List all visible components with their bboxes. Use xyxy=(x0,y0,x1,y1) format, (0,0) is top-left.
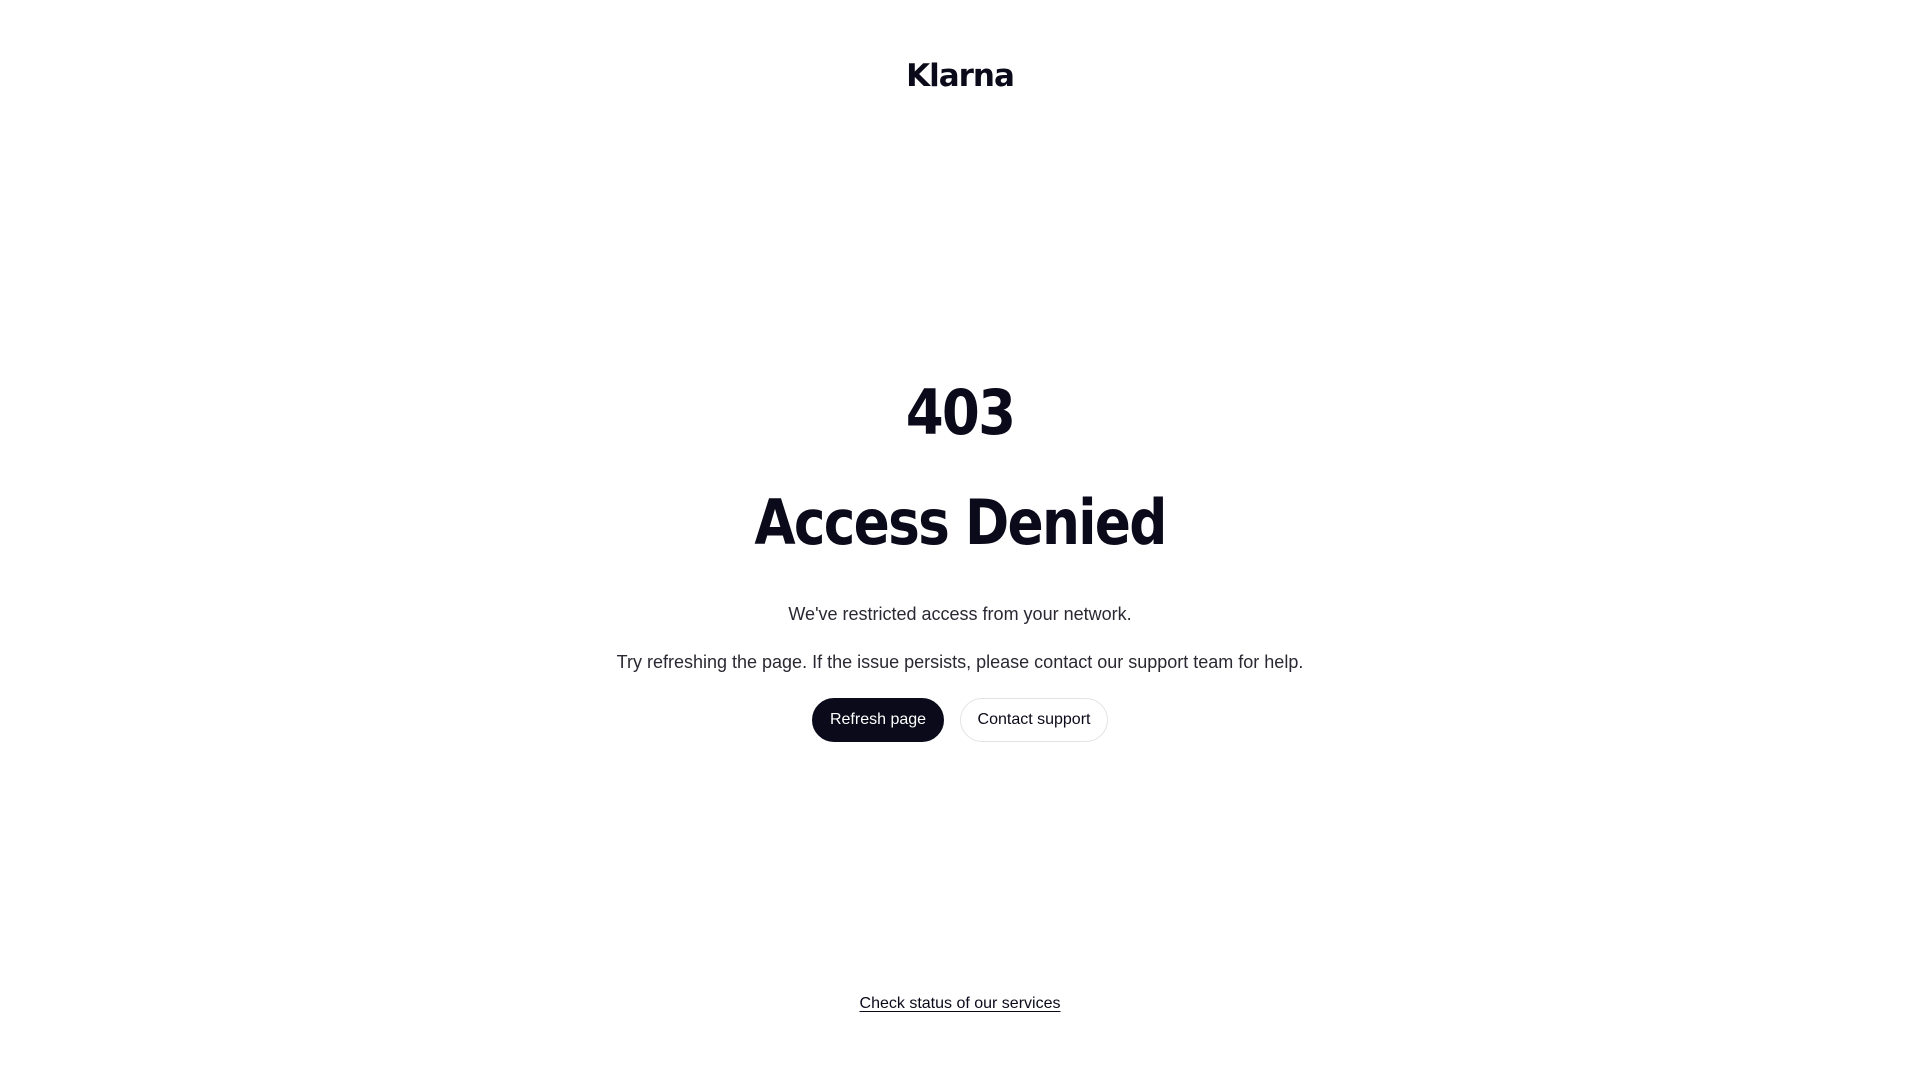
action-buttons: Refresh page Contact support xyxy=(0,698,1920,742)
refresh-page-button[interactable]: Refresh page xyxy=(812,698,944,742)
error-code: 403 xyxy=(905,376,1016,449)
error-title: Access Denied xyxy=(754,486,1167,559)
check-status-link[interactable]: Check status of our services xyxy=(860,995,1061,1012)
footer: Check status of our services xyxy=(0,995,1920,1013)
error-message-secondary: Try refreshing the page. If the issue pe… xyxy=(616,652,1304,672)
error-page: Klarna 403 Access Denied We've restricte… xyxy=(0,0,1920,1080)
contact-support-button[interactable]: Contact support xyxy=(960,698,1108,742)
error-message-primary: We've restricted access from your networ… xyxy=(788,604,1132,624)
klarna-logo: Klarna xyxy=(906,58,1015,94)
